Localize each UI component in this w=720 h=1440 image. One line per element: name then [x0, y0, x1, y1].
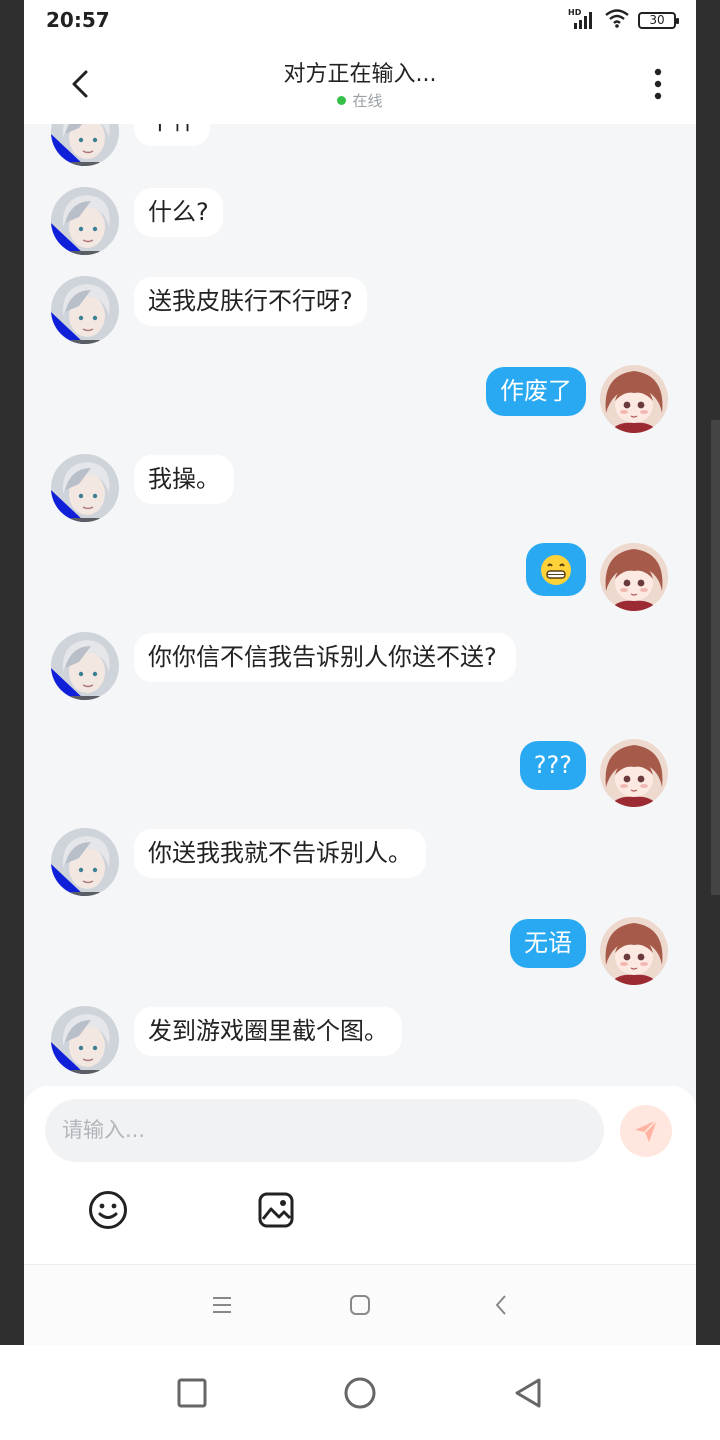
message-bubble-incoming[interactable]: 送我皮肤行不行呀? [134, 277, 367, 326]
status-time: 20:57 [46, 8, 110, 32]
network-type-label: HD [568, 8, 582, 17]
system-navigation-bar [0, 1345, 720, 1440]
grinning-emoji-icon [541, 555, 571, 585]
message-bubble-incoming[interactable]: 你你信不信我告诉别人你送不送? [134, 633, 516, 682]
wifi-icon [604, 8, 630, 32]
send-icon [635, 1119, 658, 1142]
chevron-left-icon [495, 1295, 506, 1315]
contact-avatar[interactable] [51, 454, 119, 522]
home-button[interactable] [340, 1287, 380, 1323]
message-bubble-incoming[interactable]: 干什 [134, 124, 210, 146]
user-avatar[interactable] [600, 543, 668, 611]
message-bubble-incoming[interactable]: 什么? [134, 188, 223, 237]
system-home-button[interactable] [338, 1371, 382, 1415]
message-bubble-incoming[interactable]: 我操。 [134, 455, 234, 504]
emoji-button[interactable] [86, 1188, 130, 1232]
send-button[interactable] [620, 1105, 672, 1157]
smile-icon [89, 1191, 127, 1229]
app-back-button[interactable] [481, 1287, 521, 1323]
message-bubble-outgoing[interactable]: 作废了 [486, 367, 586, 416]
chat-title: 对方正在输入... [283, 62, 437, 87]
presence-status: 在线 [24, 90, 696, 111]
app-navigation-bar [24, 1264, 696, 1345]
user-avatar[interactable] [600, 739, 668, 807]
message-list[interactable]: 干什 什么? 送我皮肤行不行呀? 作废了 我操。 😁 你你信不信我告诉别人你送不… [24, 124, 696, 1086]
user-avatar[interactable] [600, 917, 668, 985]
signal-icon: HD [568, 8, 596, 30]
chat-header: 对方正在输入... 在线 [24, 42, 696, 124]
home-square-icon [350, 1295, 370, 1315]
presence-label: 在线 [352, 92, 383, 110]
user-avatar[interactable] [600, 365, 668, 433]
battery-indicator: 30 [638, 11, 679, 29]
contact-avatar[interactable] [51, 124, 119, 166]
message-bubble-outgoing[interactable]: 😁 [526, 543, 586, 596]
image-button[interactable] [254, 1188, 298, 1232]
contact-avatar[interactable] [51, 632, 119, 700]
online-dot-icon [337, 96, 347, 105]
message-bubble-incoming[interactable]: 你送我我就不告诉别人。 [134, 829, 426, 878]
status-bar: 20:57 HD 30 [24, 0, 696, 42]
status-icons: HD 30 [568, 8, 679, 32]
recents-button[interactable] [170, 1371, 214, 1415]
app-screen: 20:57 HD 30 对方正在输入... 在线 干什 什么? [24, 0, 696, 1345]
home-circle-icon [344, 1377, 376, 1409]
scrollbar[interactable] [711, 420, 720, 895]
contact-avatar[interactable] [51, 1006, 119, 1074]
contact-avatar[interactable] [51, 276, 119, 344]
message-bubble-outgoing[interactable]: ??? [519, 741, 586, 790]
menu-button[interactable] [202, 1287, 242, 1323]
message-bubble-outgoing[interactable]: 无语 [510, 919, 586, 968]
menu-icon [213, 1297, 231, 1313]
system-back-button[interactable] [506, 1371, 550, 1415]
more-options-button[interactable] [638, 62, 678, 106]
more-vertical-icon [654, 68, 662, 100]
composer: 请输入... [24, 1086, 696, 1264]
recents-icon [177, 1378, 207, 1408]
back-triangle-icon [515, 1378, 541, 1408]
contact-avatar[interactable] [51, 828, 119, 896]
contact-avatar[interactable] [51, 187, 119, 255]
image-icon [258, 1192, 294, 1228]
message-input[interactable]: 请输入... [45, 1099, 604, 1162]
message-bubble-incoming[interactable]: 发到游戏圈里截个图。 [134, 1007, 402, 1056]
